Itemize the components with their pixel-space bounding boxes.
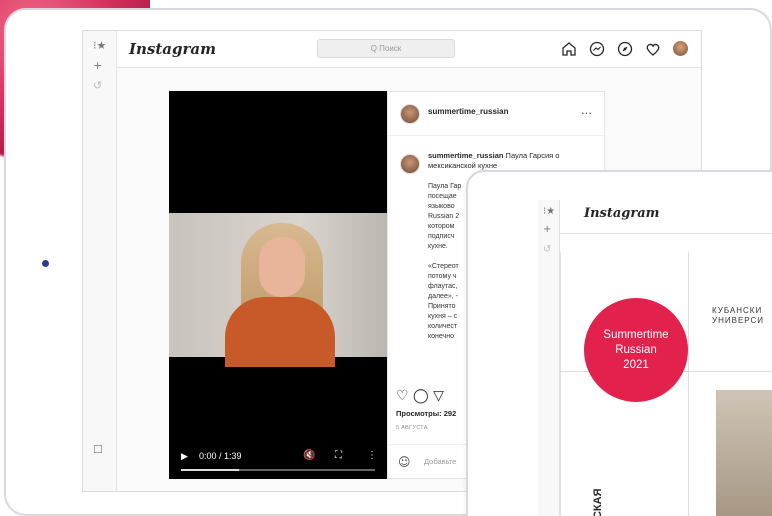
video-controls: ▶ 0:00 / 1:39 🔇 ⛶ ⋮	[169, 445, 387, 471]
instagram-window-2-clip: ⁝★ + ↺ Instagram Summertime Russian 2021…	[466, 170, 772, 516]
comment-icon[interactable]: ◯	[413, 388, 429, 404]
summertime-russian-badge: Summertime Russian 2021	[584, 298, 688, 402]
instagram-logo[interactable]: Instagram	[129, 40, 216, 58]
more-options-icon[interactable]: ⋮	[367, 450, 377, 461]
emoji-icon[interactable]: ☺	[398, 455, 411, 469]
profile-avatar[interactable]	[673, 41, 688, 56]
mute-icon[interactable]: 🔇	[303, 450, 315, 461]
badge-line: 2021	[623, 358, 649, 371]
post-caption: summertime_russian Паула Гарсия о мексик…	[428, 151, 598, 171]
pin-icon[interactable]: ⁝★	[93, 39, 106, 52]
checkbox-icon[interactable]: ☐	[93, 443, 103, 456]
person-face	[259, 237, 305, 297]
post-photo[interactable]	[716, 390, 772, 516]
add-comment-input[interactable]: Добавьте	[424, 457, 456, 466]
author-avatar[interactable]	[400, 104, 420, 124]
video-time: 0:00 / 1:39	[199, 451, 242, 461]
browser-sidebar-2: ⁝★ + ↺	[538, 200, 560, 516]
browser-sidebar: ⁝★ + ↺ ☐	[83, 31, 117, 491]
search-input[interactable]: Q Поиск	[317, 39, 455, 58]
post-actions: ♡ ◯ ▽	[396, 388, 444, 404]
university-line: УНИВЕРСИ	[712, 316, 765, 325]
heart-icon[interactable]	[645, 41, 661, 57]
caption-avatar[interactable]	[400, 154, 420, 174]
university-label: КУБАНСКИ УНИВЕРСИ	[712, 306, 764, 326]
vertical-caption: Я СКАЯ	[592, 488, 604, 516]
fullscreen-icon[interactable]: ⛶	[335, 450, 342, 461]
post-username[interactable]: summertime_russian	[428, 107, 508, 116]
add-icon[interactable]: +	[543, 224, 551, 235]
caption-username[interactable]: summertime_russian	[428, 151, 503, 160]
pin-icon[interactable]: ⁝★	[543, 206, 555, 217]
play-icon[interactable]: ▶	[181, 451, 188, 462]
views-count: Просмотры: 292	[396, 409, 457, 418]
share-icon[interactable]: ▽	[433, 388, 444, 404]
grid-divider	[688, 252, 689, 516]
instagram-logo-2[interactable]: Instagram	[584, 206, 659, 221]
history-icon[interactable]: ↺	[543, 244, 551, 255]
university-line: КУБАНСКИ	[712, 306, 763, 315]
history-icon[interactable]: ↺	[93, 79, 102, 92]
badge-line: Russian	[615, 343, 657, 356]
home-icon[interactable]	[561, 41, 577, 57]
video-player[interactable]: ▶ 0:00 / 1:39 🔇 ⛶ ⋮	[169, 91, 387, 479]
bullet-dot	[42, 260, 49, 267]
instagram-header: Instagram Q Поиск	[117, 31, 701, 68]
add-icon[interactable]: +	[93, 59, 102, 72]
explore-icon[interactable]	[617, 41, 633, 57]
badge-line: Summertime	[603, 328, 669, 341]
video-progress-bar[interactable]	[181, 469, 375, 471]
more-icon[interactable]: …	[581, 104, 592, 117]
post-header: summertime_russian …	[388, 92, 604, 136]
like-icon[interactable]: ♡	[396, 388, 409, 404]
video-frame	[169, 213, 387, 367]
post-date: 5 АВГУСТА	[396, 425, 428, 431]
person-shirt	[225, 297, 335, 367]
messenger-icon[interactable]	[589, 41, 605, 57]
video-progress-fill	[181, 469, 240, 471]
